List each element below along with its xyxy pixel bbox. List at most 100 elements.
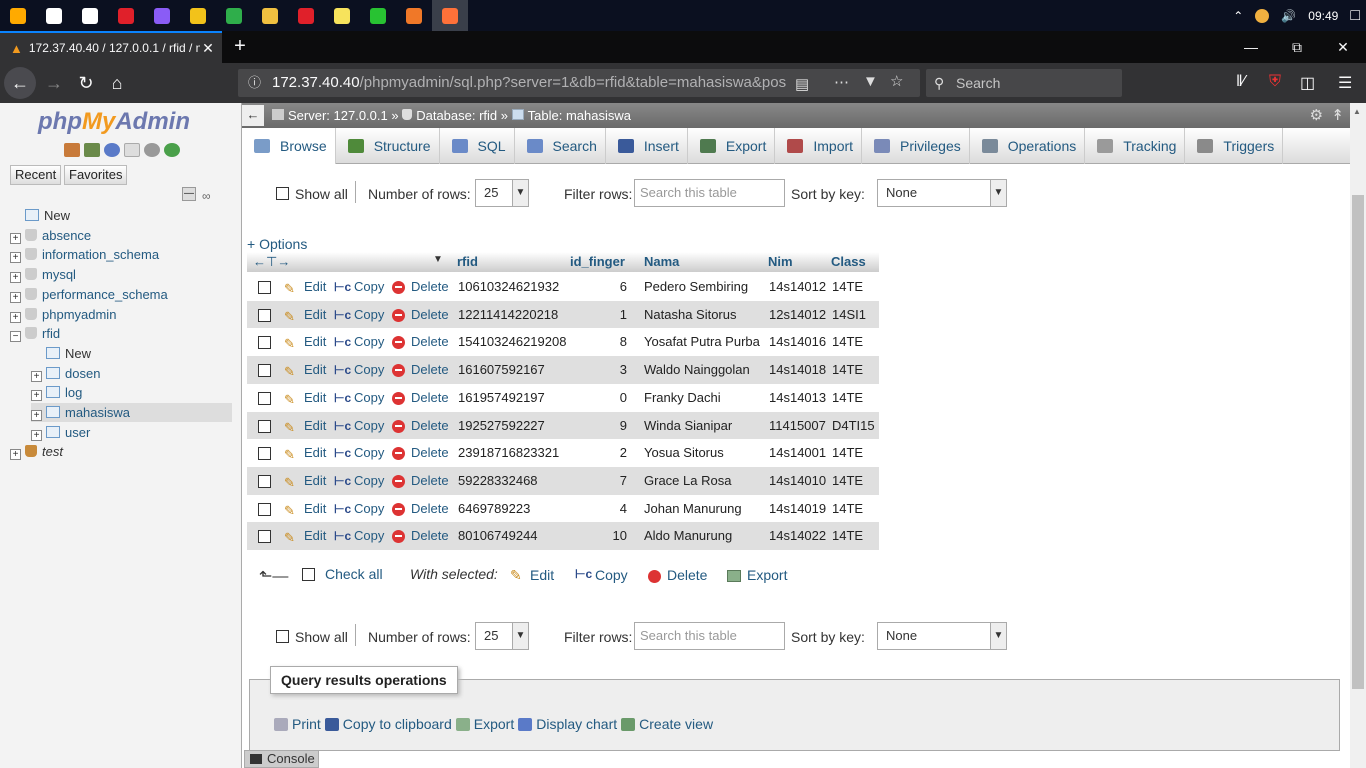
print-link[interactable]: Print — [274, 716, 321, 732]
tree-item-information-schema[interactable]: + information_schema — [10, 245, 232, 264]
tree-item-phpmyadmin[interactable]: + phpmyadmin — [10, 305, 232, 324]
cell-class[interactable]: 14SI1 — [832, 307, 866, 322]
url-bar[interactable]: ⓘ 172.37.40.40/phpmyadmin/sql.php?server… — [238, 69, 920, 97]
tab-operations[interactable]: Operations — [970, 128, 1086, 164]
row-copy-button[interactable]: Copy — [354, 528, 384, 543]
tab-sql[interactable]: SQL — [440, 128, 515, 164]
recent-tab[interactable]: Recent — [10, 165, 62, 185]
cell-id-finger[interactable]: 9 — [570, 418, 627, 433]
chevron-up-icon[interactable]: ⌃ — [1233, 9, 1243, 23]
row-delete-button[interactable]: Delete — [411, 445, 449, 460]
check-all-label[interactable]: Check all — [325, 566, 383, 582]
tab-search[interactable]: Search — [515, 128, 606, 164]
breadcrumb-database[interactable]: Database: rfid — [416, 108, 497, 123]
row-copy-button[interactable]: Copy — [354, 279, 384, 294]
bulk-copy-button[interactable]: Copy — [595, 567, 628, 583]
collapse-all-icon[interactable]: — — [182, 187, 196, 201]
tree-item-new[interactable]: New — [10, 206, 232, 225]
row-edit-button[interactable]: Edit — [304, 334, 326, 349]
tab-privileges[interactable]: Privileges — [862, 128, 970, 164]
row-copy-button[interactable]: Copy — [354, 418, 384, 433]
row-checkbox[interactable] — [258, 281, 271, 294]
cell-class[interactable]: 14TE — [832, 528, 863, 543]
expand-icon[interactable]: + — [31, 370, 42, 382]
show-all-checkbox[interactable] — [276, 630, 289, 643]
expand-icon[interactable]: + — [10, 252, 21, 264]
cell-nim[interactable]: 14s14012 — [769, 279, 826, 294]
help-icon[interactable] — [104, 143, 120, 157]
cell-nama[interactable]: Aldo Manurung — [644, 528, 732, 543]
library-icon[interactable]: ‖⁄ — [1236, 73, 1245, 91]
options-link[interactable]: + Options — [247, 236, 307, 252]
cell-nama[interactable]: Johan Manurung — [644, 501, 742, 516]
row-delete-button[interactable]: Delete — [411, 334, 449, 349]
export-link[interactable]: Export — [455, 716, 514, 732]
gear-icon[interactable] — [144, 143, 160, 157]
expand-icon[interactable]: + — [31, 410, 42, 421]
cell-class[interactable]: D4TI15 — [832, 418, 875, 433]
cell-class[interactable]: 14TE — [832, 334, 863, 349]
cell-nama[interactable]: Yosafat Putra Purba — [644, 334, 760, 349]
column-header-id-finger[interactable]: id_finger — [570, 254, 625, 269]
breadcrumb-table[interactable]: Table: mahasiswa — [528, 108, 631, 123]
tree-item-performance-schema[interactable]: + performance_schema — [10, 285, 232, 304]
line-app-icon[interactable] — [360, 0, 396, 31]
cell-rfid[interactable]: 59228332468 — [458, 473, 538, 488]
reload-icon[interactable] — [164, 143, 180, 157]
row-delete-button[interactable]: Delete — [411, 390, 449, 405]
cell-rfid[interactable]: 192527592227 — [458, 418, 545, 433]
cell-class[interactable]: 14TE — [832, 362, 863, 377]
row-edit-button[interactable]: Edit — [304, 362, 326, 377]
cell-nama[interactable]: Winda Sianipar — [644, 418, 732, 433]
collapse-top-icon[interactable]: ↟ — [1331, 107, 1344, 124]
check-all-checkbox[interactable] — [302, 568, 315, 581]
row-copy-button[interactable]: Copy — [354, 334, 384, 349]
tree-item-mysql[interactable]: + mysql — [10, 265, 232, 284]
task-view-icon[interactable] — [72, 0, 108, 31]
tab-insert[interactable]: Insert — [606, 128, 688, 164]
cell-nim[interactable]: 11415007 — [769, 418, 826, 433]
link-icon[interactable]: ∞ — [202, 189, 211, 203]
tab-browse[interactable]: Browse — [242, 128, 336, 164]
row-copy-button[interactable]: Copy — [354, 390, 384, 405]
cell-rfid[interactable]: 10610324621932 — [458, 279, 559, 294]
cell-class[interactable]: 14TE — [832, 445, 863, 460]
sticky-notes-icon[interactable] — [324, 0, 360, 31]
filter-rows-input[interactable]: Search this table — [634, 622, 785, 650]
expand-icon[interactable]: + — [31, 390, 42, 402]
reload-icon[interactable]: ↻ — [70, 67, 102, 99]
row-delete-button[interactable]: Delete — [411, 279, 449, 294]
row-copy-button[interactable]: Copy — [354, 445, 384, 460]
home-icon[interactable]: ⌂ — [101, 67, 133, 99]
cell-id-finger[interactable]: 7 — [570, 473, 627, 488]
number-of-rows-select[interactable]: 25 ▼ — [475, 179, 529, 207]
display-chart-link[interactable]: Display chart — [518, 716, 617, 732]
tree-item-log[interactable]: + log — [31, 383, 232, 402]
row-checkbox[interactable] — [258, 530, 271, 544]
row-edit-button[interactable]: Edit — [304, 445, 326, 460]
row-edit-button[interactable]: Edit — [304, 501, 326, 516]
row-edit-button[interactable]: Edit — [304, 473, 326, 488]
cell-id-finger[interactable]: 3 — [570, 362, 627, 377]
tree-item-test[interactable]: + test — [10, 442, 232, 461]
cell-nim[interactable]: 14s14022 — [769, 528, 826, 543]
row-delete-button[interactable]: Delete — [411, 528, 449, 543]
cell-nama[interactable]: Yosua Sitorus — [644, 445, 724, 460]
row-delete-button[interactable]: Delete — [411, 362, 449, 377]
row-delete-button[interactable]: Delete — [411, 418, 449, 433]
bulk-export-button[interactable]: Export — [747, 567, 787, 583]
cell-id-finger[interactable]: 4 — [570, 501, 627, 516]
row-edit-button[interactable]: Edit — [304, 390, 326, 405]
create-view-link[interactable]: Create view — [621, 716, 713, 732]
column-header-nama[interactable]: Nama — [644, 254, 679, 269]
row-checkbox[interactable] — [258, 474, 271, 488]
cell-id-finger[interactable]: 10 — [570, 528, 627, 543]
expand-icon[interactable]: + — [10, 272, 21, 284]
column-header-nim[interactable]: Nim — [768, 254, 793, 269]
sort-by-key-select[interactable]: None ▼ — [877, 622, 1007, 650]
restore-icon[interactable]: ⧉ — [1274, 31, 1320, 63]
number-of-rows-select[interactable]: 25 ▼ — [475, 622, 529, 650]
expand-icon[interactable]: + — [10, 291, 21, 303]
row-edit-button[interactable]: Edit — [304, 307, 326, 322]
show-all-checkbox[interactable] — [276, 187, 289, 200]
